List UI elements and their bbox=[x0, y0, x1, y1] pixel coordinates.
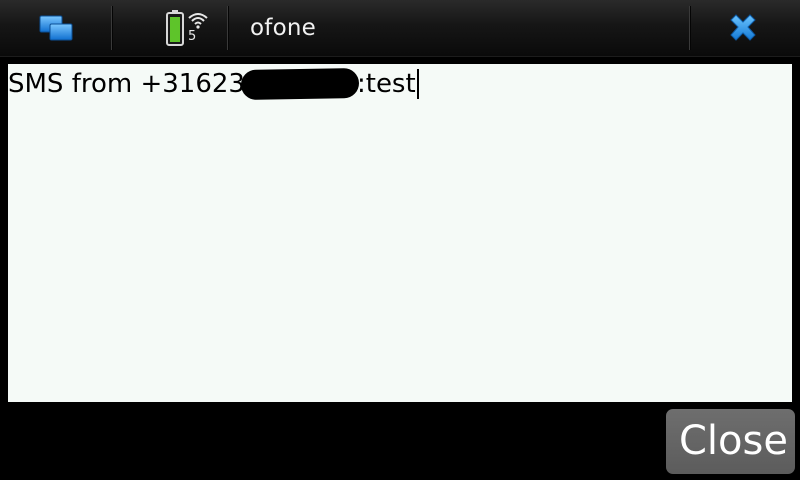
screen: 5 ofone SMS from +31623 :test Close bbox=[0, 0, 800, 480]
redaction-mark bbox=[240, 67, 360, 101]
signal-count: 5 bbox=[188, 29, 197, 44]
message-suffix: :test bbox=[356, 69, 416, 99]
app-title: ofone bbox=[250, 15, 316, 41]
text-cursor bbox=[416, 69, 419, 99]
message-text-area[interactable]: SMS from +31623 :test bbox=[8, 64, 792, 402]
message-text: SMS from +31623 :test bbox=[8, 67, 419, 101]
close-button[interactable]: Close bbox=[666, 409, 795, 474]
close-icon bbox=[730, 14, 756, 41]
message-prefix: SMS from +31623 bbox=[8, 69, 245, 99]
close-button-label: Close bbox=[679, 418, 788, 464]
title-bar-divider bbox=[227, 6, 228, 50]
title-bar: 5 ofone bbox=[0, 0, 800, 57]
status-indicators[interactable]: 5 bbox=[112, 0, 226, 56]
wifi-signal-icon bbox=[188, 13, 208, 29]
task-switcher-icon bbox=[39, 15, 73, 41]
window-close-button[interactable] bbox=[690, 0, 800, 56]
task-switcher-button[interactable] bbox=[0, 0, 111, 56]
battery-icon bbox=[166, 10, 184, 46]
